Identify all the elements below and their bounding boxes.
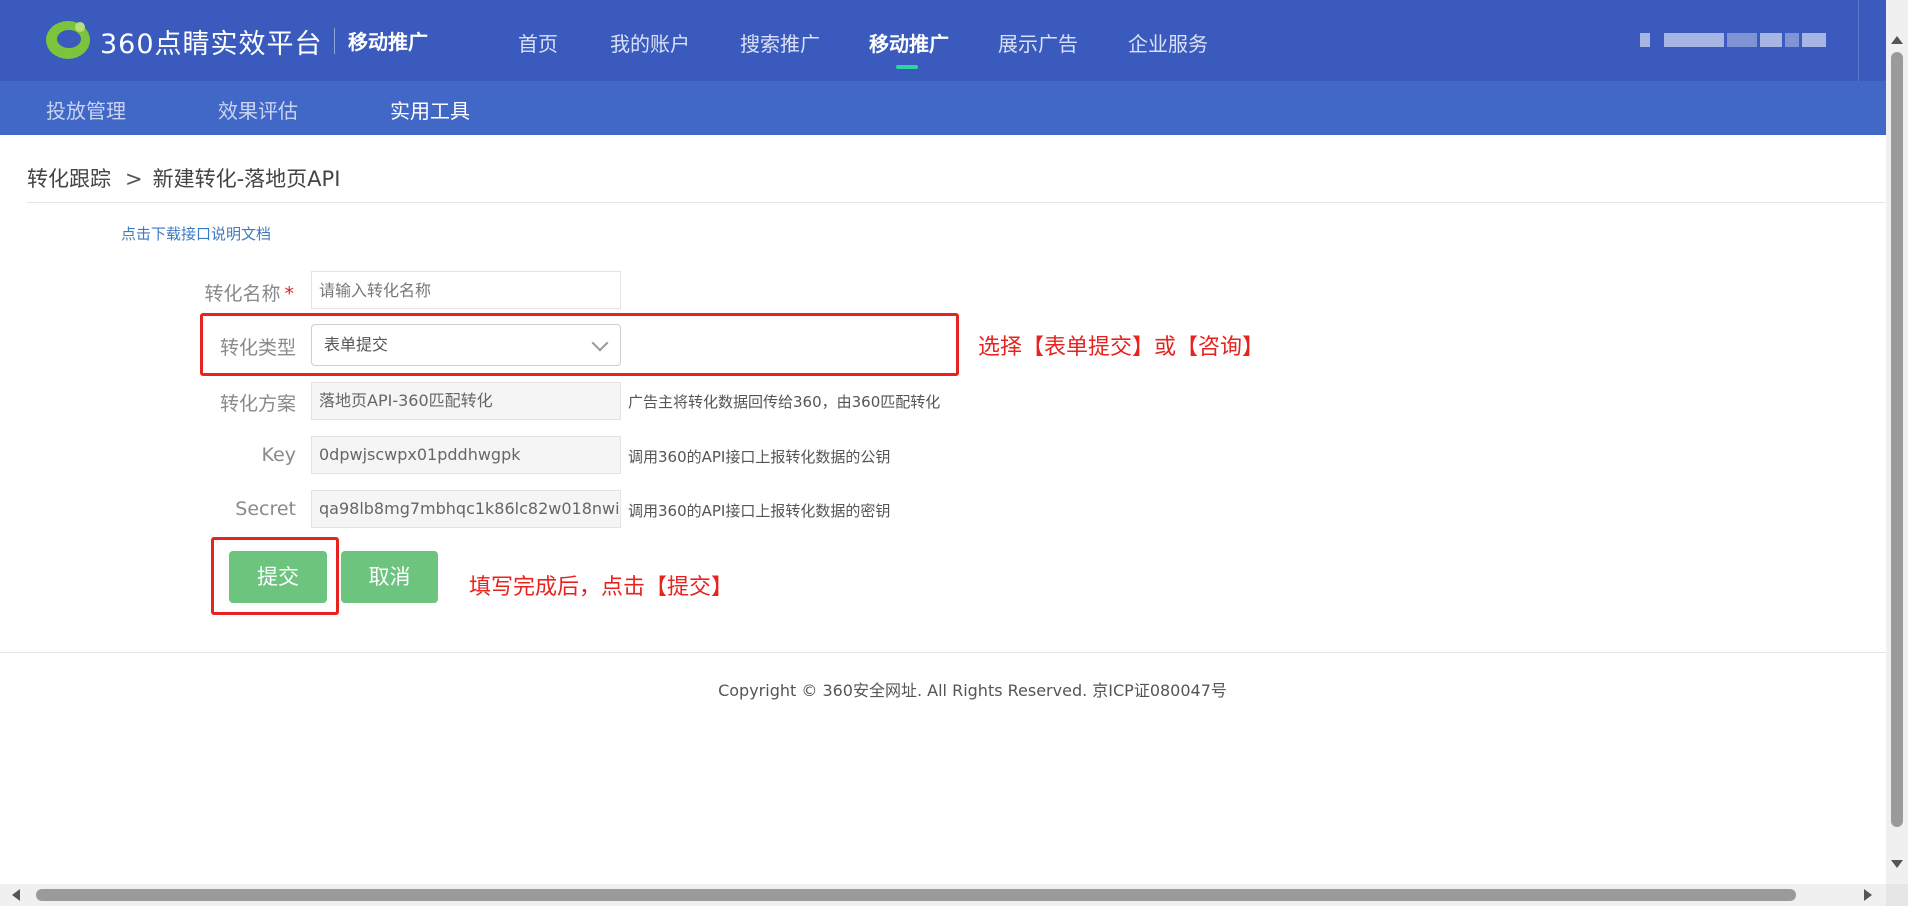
subnav-item-performance-evaluation[interactable]: 效果评估 [218,95,298,124]
scroll-left-icon[interactable] [12,889,20,901]
key-hint: 调用360的API接口上报转化数据的公钥 [628,448,891,466]
logo-icon [46,21,90,59]
breadcrumb-parent[interactable]: 转化跟踪 [27,167,111,191]
scroll-up-icon[interactable] [1891,36,1903,44]
type-annotation-box [200,313,959,376]
scroll-right-icon[interactable] [1864,889,1872,901]
conversion-scheme-field: 落地页API-360匹配转化 [311,382,621,420]
conversion-name-label: 转化名称 * [204,283,295,305]
secret-label: Secret [235,498,296,520]
subnav-item-delivery-management[interactable]: 投放管理 [46,95,126,124]
cancel-button[interactable]: 取消 [341,551,438,603]
submit-annotation-text: 填写完成后，点击【提交】 [469,575,734,600]
copyright-text: Copyright © 360安全网址. All Rights Reserved… [718,681,1227,700]
topbar-divider [1858,0,1859,81]
required-mark: * [284,283,295,305]
secret-field[interactable]: qa98lb8mg7mbhqc1k86lc82w018nwi0 [311,490,621,528]
nav-item-enterprise-services[interactable]: 企业服务 [1128,28,1208,57]
product-name: 移动推广 [348,30,428,54]
user-account-menu[interactable] [1640,33,1830,49]
top-navbar: 360点睛实效平台 移动推广 首页 我的账户 搜索推广 移动推广 展示广告 企业… [0,0,1886,81]
subnav-item-utility-tools[interactable]: 实用工具 [390,95,470,124]
nav-item-mobile-promotion[interactable]: 移动推广 [869,28,949,57]
nav-item-search-promotion[interactable]: 搜索推广 [740,28,820,57]
logo-text: 360点睛实效平台 [100,28,323,60]
conversion-scheme-label: 转化方案 [219,393,296,415]
breadcrumb-current: 新建转化-落地页API [152,167,341,191]
horizontal-scroll-thumb[interactable] [36,889,1796,901]
key-field[interactable]: 0dpwjscwpx01pddhwgpk [311,436,621,474]
conversion-name-input[interactable] [311,271,621,309]
scroll-down-icon[interactable] [1891,860,1903,868]
logo[interactable]: 360点睛实效平台 [44,18,323,64]
vertical-scroll-thumb[interactable] [1891,52,1903,827]
scrollbar-corner [1886,884,1908,906]
nav-item-display-ads[interactable]: 展示广告 [998,28,1078,57]
footer-divider [0,652,1886,653]
type-annotation-text: 选择【表单提交】或【咨询】 [978,335,1265,360]
conversion-scheme-hint: 广告主将转化数据回传给360，由360匹配转化 [628,393,941,411]
active-tab-indicator [896,65,918,69]
key-label: Key [261,444,296,466]
breadcrumb-separator: > [125,167,143,191]
secret-hint: 调用360的API接口上报转化数据的密钥 [628,502,891,520]
vertical-scrollbar[interactable] [1886,0,1908,884]
breadcrumb: 转化跟踪 > 新建转化-落地页API [27,163,340,193]
horizontal-scrollbar[interactable] [0,884,1886,906]
logo-divider [334,28,335,54]
title-divider [27,202,1885,203]
submit-annotation-box [211,537,339,615]
nav-item-my-account[interactable]: 我的账户 [610,28,690,57]
nav-item-home[interactable]: 首页 [518,28,558,57]
sub-navbar: 投放管理 效果评估 实用工具 [0,81,1886,135]
download-doc-link[interactable]: 点击下载接口说明文档 [121,223,271,244]
